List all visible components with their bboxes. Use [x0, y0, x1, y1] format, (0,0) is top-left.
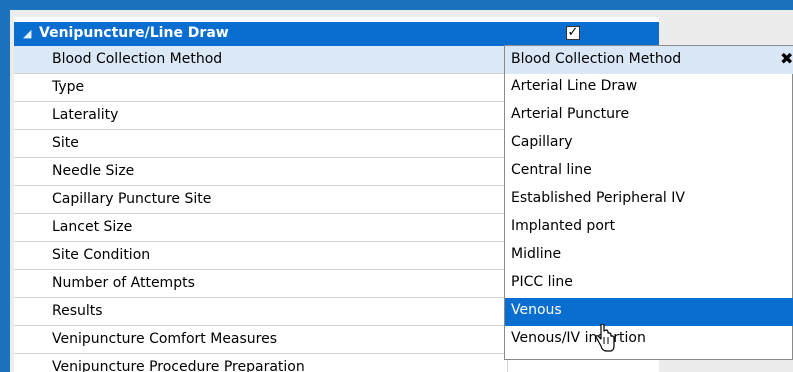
dropdown-title: Blood Collection Method — [511, 51, 682, 67]
section-header-venipuncture[interactable]: ◢ Venipuncture/Line Draw ✓ — [14, 22, 659, 46]
row-label: Type — [52, 79, 85, 95]
row-label: Venipuncture Comfort Measures — [52, 331, 278, 347]
right-gap — [659, 17, 793, 29]
row-label: Venipuncture Procedure Preparation — [52, 359, 305, 372]
row-label: Needle Size — [52, 163, 135, 179]
row-label: Results — [52, 303, 103, 319]
frame-left-border — [0, 0, 10, 372]
section-title: Venipuncture/Line Draw — [39, 25, 229, 41]
option-label: Venous — [511, 302, 562, 318]
dropdown-header: Blood Collection Method ✖ — [505, 46, 793, 74]
blood-collection-method-dropdown[interactable]: Blood Collection Method ✖ Arterial Line … — [504, 45, 793, 360]
hand-pointer-icon — [595, 324, 615, 352]
close-icon[interactable]: ✖ — [780, 49, 793, 68]
row-label: Lancet Size — [52, 219, 133, 235]
section-checkbox[interactable]: ✓ — [566, 26, 580, 40]
row-label: Site Condition — [52, 247, 151, 263]
option-label: Implanted port — [511, 218, 616, 234]
option-midline[interactable]: Midline — [505, 242, 793, 270]
option-label: Capillary — [511, 134, 573, 150]
option-label: Established Peripheral IV — [511, 190, 685, 206]
option-label: Midline — [511, 246, 562, 262]
option-established-peripheral-iv[interactable]: Established Peripheral IV — [505, 186, 793, 214]
option-label: Central line — [511, 162, 592, 178]
window-frame: ◢ Venipuncture/Line Draw ✓ Blood Collect… — [0, 0, 793, 372]
option-venous-iv-insertion[interactable]: Venous/IV insertion — [505, 326, 793, 354]
option-label: Venous/IV insertion — [511, 330, 646, 346]
option-label: Arterial Puncture — [511, 106, 630, 122]
option-implanted-port[interactable]: Implanted port — [505, 214, 793, 242]
row-label: Blood Collection Method — [52, 51, 223, 67]
row-label: Capillary Puncture Site — [52, 191, 212, 207]
option-capillary[interactable]: Capillary — [505, 130, 793, 158]
row-label: Number of Attempts — [52, 275, 195, 291]
row-label: Laterality — [52, 107, 119, 123]
option-venous[interactable]: Venous — [505, 298, 793, 326]
collapse-triangle-icon[interactable]: ◢ — [23, 27, 31, 40]
option-arterial-puncture[interactable]: Arterial Puncture — [505, 102, 793, 130]
option-label: PICC line — [511, 274, 573, 290]
option-label: Arterial Line Draw — [511, 78, 638, 94]
option-arterial-line-draw[interactable]: Arterial Line Draw — [505, 74, 793, 102]
option-picc-line[interactable]: PICC line — [505, 270, 793, 298]
frame-top-border — [0, 0, 793, 10]
row-label: Site — [52, 135, 79, 151]
option-central-line[interactable]: Central line — [505, 158, 793, 186]
